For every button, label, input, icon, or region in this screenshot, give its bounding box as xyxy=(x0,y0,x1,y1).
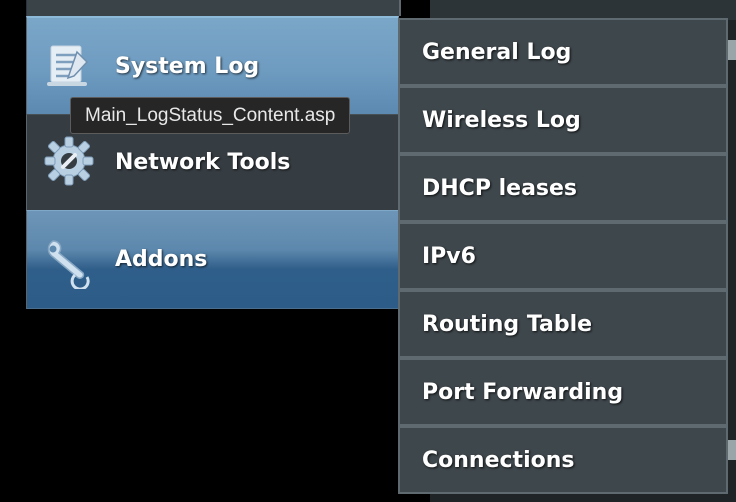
tooltip: Main_LogStatus_Content.asp xyxy=(70,97,351,134)
sidebar-item-label: System Log xyxy=(115,53,260,79)
submenu-item-ipv6[interactable]: IPv6 xyxy=(398,222,728,290)
gear-wrench-icon xyxy=(44,136,94,186)
edge-fragment xyxy=(728,40,736,60)
sidebar-item-label: Network Tools xyxy=(115,150,291,175)
submenu-item-routing-table[interactable]: Routing Table xyxy=(398,290,728,358)
wrench-icon xyxy=(47,240,90,289)
system-log-icon xyxy=(47,45,89,86)
background-panel-top xyxy=(430,0,736,20)
edge-fragment xyxy=(728,440,736,460)
submenu-item-general-log[interactable]: General Log xyxy=(398,18,728,86)
sidebar-top-item[interactable] xyxy=(26,0,401,16)
submenu-item-connections[interactable]: Connections xyxy=(398,426,728,494)
sidebar-item-addons[interactable]: Addons xyxy=(26,210,399,309)
submenu-item-port-forwarding[interactable]: Port Forwarding xyxy=(398,358,728,426)
submenu-item-dhcp-leases[interactable]: DHCP leases xyxy=(398,154,728,222)
submenu-item-wireless-log[interactable]: Wireless Log xyxy=(398,86,728,154)
sidebar-item-label: Addons xyxy=(115,247,208,272)
